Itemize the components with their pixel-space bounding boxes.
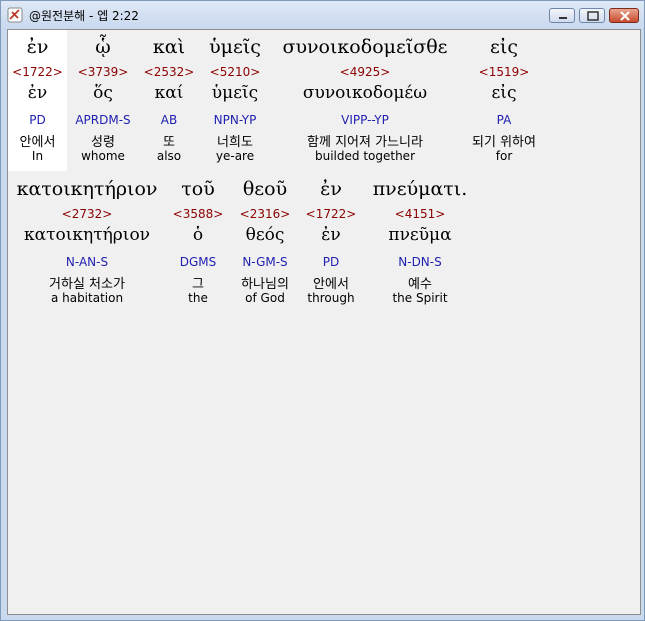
lemma: θεός: [245, 225, 285, 245]
word-cell[interactable]: τοῦ <3588> ὁ DGMS 그 the: [166, 172, 230, 313]
greek-word: συνοικοδομεῖσθε: [282, 36, 448, 58]
strong-number[interactable]: <2732>: [62, 207, 113, 221]
greek-word: καὶ: [152, 36, 186, 58]
morphology: AB: [160, 113, 178, 127]
greek-word: τοῦ: [181, 178, 215, 200]
greek-word: ᾧ: [95, 36, 111, 58]
lemma: καί: [154, 83, 184, 103]
lemma: εἰς: [491, 83, 517, 103]
strong-number[interactable]: <2316>: [240, 207, 291, 221]
word-cell[interactable]: εἰς <1519> εἰς PA 되기 위하여 for: [459, 30, 549, 171]
strong-number[interactable]: <4151>: [395, 207, 446, 221]
morphology: PD: [29, 113, 46, 127]
english-gloss: also: [156, 149, 182, 163]
english-gloss: the: [188, 291, 208, 305]
english-gloss: ye-are: [215, 149, 255, 163]
greek-word: κατοικητήριον: [16, 178, 158, 200]
lemma: πνεῦμα: [388, 225, 452, 245]
lemma: κατοικητήριον: [23, 225, 151, 245]
english-gloss: of God: [245, 291, 285, 305]
morphology: N-DN-S: [398, 255, 442, 269]
strong-number[interactable]: <3739>: [78, 65, 129, 79]
korean-gloss: 너희도: [217, 135, 253, 150]
english-gloss: In: [31, 149, 44, 163]
morphology: APRDM-S: [75, 113, 131, 127]
close-button[interactable]: [609, 8, 639, 23]
english-gloss: builded together: [315, 149, 415, 163]
minimize-button[interactable]: [549, 8, 575, 23]
morphology: NPN-YP: [213, 113, 257, 127]
lemma: ὅς: [93, 83, 113, 103]
korean-gloss: 그: [192, 277, 204, 292]
korean-gloss: 예수: [408, 277, 432, 292]
word-cell[interactable]: συνοικοδομεῖσθε <4925> συνοικοδομέω VIPP…: [271, 30, 459, 171]
maximize-button[interactable]: [579, 8, 605, 23]
greek-word: ἐν: [320, 178, 342, 200]
lemma: ὑμεῖς: [211, 83, 259, 103]
strong-number[interactable]: <4925>: [340, 65, 391, 79]
word-cell[interactable]: ᾧ <3739> ὅς APRDM-S 성령 whome: [67, 30, 139, 171]
korean-gloss: 거하실 처소가: [49, 277, 125, 292]
strong-number[interactable]: <5210>: [210, 65, 261, 79]
korean-gloss: 하나님의: [241, 277, 289, 292]
morphology: PD: [322, 255, 340, 269]
word-cell[interactable]: ἐν <1722> ἐν PD 안에서 through: [300, 172, 362, 313]
morphology: DGMS: [179, 255, 217, 269]
word-cell[interactable]: κατοικητήριον <2732> κατοικητήριον N-AN-…: [8, 172, 166, 313]
korean-gloss: 함께 지어져 가느니라: [307, 135, 423, 150]
strong-number[interactable]: <3588>: [173, 207, 224, 221]
morphology: N-GM-S: [242, 255, 288, 269]
word-cell[interactable]: πνεύματι. <4151> πνεῦμα N-DN-S 예수 the Sp…: [362, 172, 478, 313]
word-cell[interactable]: καὶ <2532> καί AB 또 also: [139, 30, 199, 171]
title-bar[interactable]: @원전분해 - 엡 2:22: [1, 1, 644, 29]
korean-gloss: 안에서: [313, 277, 349, 292]
word-cell[interactable]: θεοῦ <2316> θεός N-GM-S 하나님의 of God: [230, 172, 300, 313]
window-title: @원전분해 - 엡 2:22: [29, 9, 139, 23]
word-cell[interactable]: ὑμεῖς <5210> ὑμεῖς NPN-YP 너희도 ye-are: [199, 30, 271, 171]
morphology: N-AN-S: [65, 255, 109, 269]
analysis-panel: ἐν <1722> ἐν PD 안에서 In ᾧ <3739> ὅς APRDM…: [7, 29, 641, 615]
lemma: ἐν: [27, 83, 48, 103]
app-icon: [7, 7, 23, 23]
korean-gloss: 성령: [91, 135, 115, 150]
lemma: ὁ: [192, 225, 204, 245]
lemma: συνοικοδομέω: [302, 83, 428, 103]
greek-word: ὑμεῖς: [209, 36, 261, 58]
strong-number[interactable]: <1722>: [12, 65, 63, 79]
korean-gloss: 안에서: [19, 135, 56, 150]
english-gloss: for: [495, 149, 513, 163]
english-gloss: the Spirit: [392, 291, 448, 305]
strong-number[interactable]: <1519>: [479, 65, 530, 79]
english-gloss: through: [307, 291, 355, 305]
korean-gloss: 또: [163, 135, 175, 150]
word-cell[interactable]: ἐν <1722> ἐν PD 안에서 In: [8, 30, 67, 171]
greek-word: θεοῦ: [242, 178, 288, 200]
strong-number[interactable]: <2532>: [144, 65, 195, 79]
strong-number[interactable]: <1722>: [306, 207, 357, 221]
greek-word: ἐν: [26, 36, 49, 58]
korean-gloss: 되기 위하여: [472, 135, 536, 150]
english-gloss: a habitation: [50, 291, 124, 305]
lemma: ἐν: [321, 225, 341, 245]
english-gloss: whome: [81, 149, 125, 163]
morphology: VIPP--YP: [341, 113, 389, 127]
morphology: PA: [496, 113, 512, 127]
greek-word: εἰς: [490, 36, 518, 58]
greek-word: πνεύματι.: [372, 178, 468, 200]
app-window: @원전분해 - 엡 2:22 ἐν <1722> ἐν PD 안에서 In ᾧ …: [0, 0, 645, 621]
